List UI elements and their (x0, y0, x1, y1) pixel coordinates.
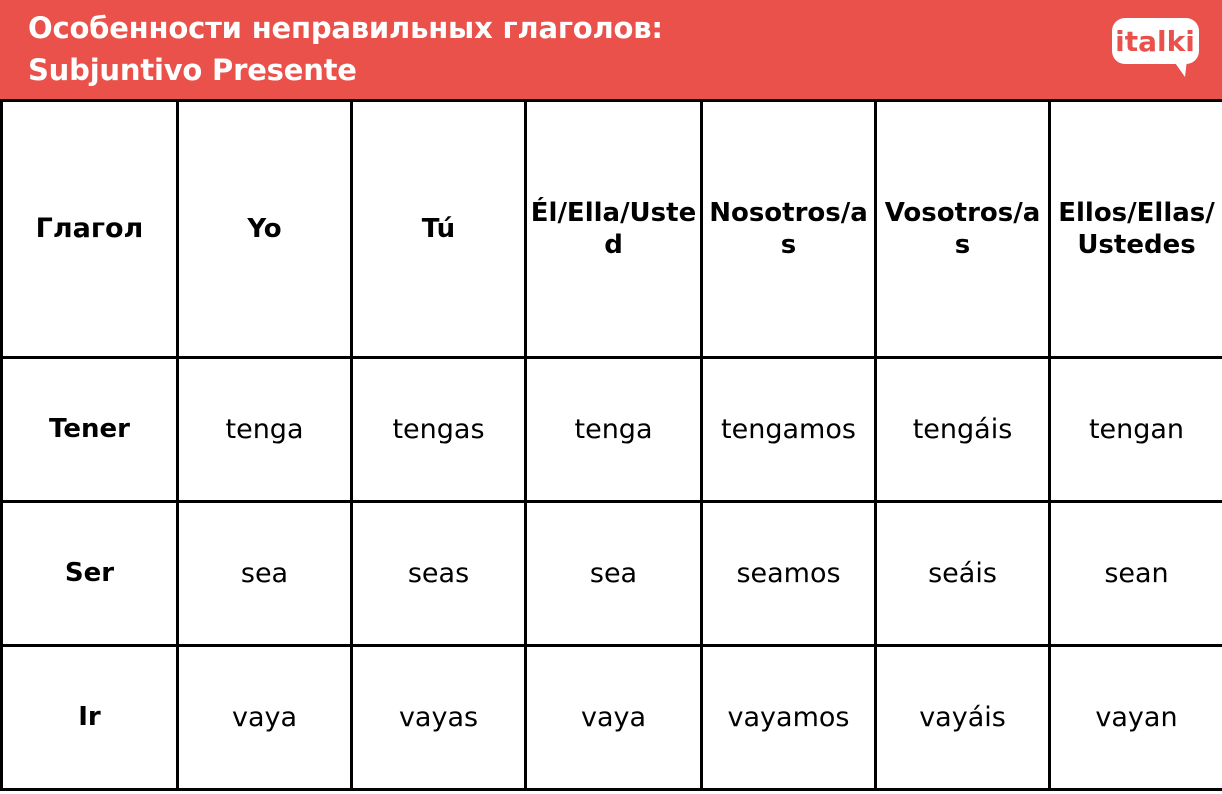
italki-logo[interactable]: italki (1111, 17, 1200, 79)
cell-ir-ellos: vayan (1048, 644, 1222, 791)
cell-tener-nosotros: tengamos (700, 356, 877, 503)
cell-ser-ellos: sean (1048, 500, 1222, 647)
cell-ser-vosotros: seáis (874, 500, 1051, 647)
cell-ir-yo: vaya (176, 644, 353, 791)
cell-ir-el-ella-usted: vaya (524, 644, 703, 791)
column-header-vosotros: Vosotros/as (874, 99, 1051, 359)
cell-verb-tener: Tener (0, 356, 179, 503)
page-title-line-2: Subjuntivo Presente (28, 53, 357, 87)
cell-ir-vosotros: vayáis (874, 644, 1051, 791)
cell-ser-el-ella-usted: sea (524, 500, 703, 647)
column-header-tu: Tú (350, 99, 527, 359)
table-header-row: Глагол Yo Tú Él/Ella/Usted Nosotros/as V… (0, 99, 1222, 359)
cell-ser-yo: sea (176, 500, 353, 647)
page-title: Особенности неправильных глаголов: Subju… (28, 7, 1048, 91)
cell-ir-nosotros: vayamos (700, 644, 877, 791)
conjugation-table-wrapper: Глагол Yo Tú Él/Ella/Usted Nosotros/as V… (0, 99, 1222, 791)
cell-tener-tu: tengas (350, 356, 527, 503)
page-title-line-1: Особенности неправильных глаголов: (28, 11, 663, 45)
cell-tener-el-ella-usted: tenga (524, 356, 703, 503)
italki-logo-text: italki (1115, 25, 1195, 58)
conjugation-infographic: Особенности неправильных глаголов: Subju… (0, 0, 1222, 794)
cell-ir-tu: vayas (350, 644, 527, 791)
table-row: Tener tenga tengas tenga tengamos tengái… (0, 356, 1222, 503)
cell-tener-ellos: tengan (1048, 356, 1222, 503)
column-header-yo: Yo (176, 99, 353, 359)
table-row: Ir vaya vayas vaya vayamos vayáis vayan (0, 644, 1222, 791)
column-header-verb: Глагол (0, 99, 179, 359)
column-header-el-ella-usted: Él/Ella/Usted (524, 99, 703, 359)
cell-ser-tu: seas (350, 500, 527, 647)
cell-tener-vosotros: tengáis (874, 356, 1051, 503)
column-header-nosotros: Nosotros/as (700, 99, 877, 359)
conjugation-table: Глагол Yo Tú Él/Ella/Usted Nosotros/as V… (0, 99, 1222, 791)
header-banner: Особенности неправильных глаголов: Subju… (0, 0, 1222, 99)
cell-ser-nosotros: seamos (700, 500, 877, 647)
cell-verb-ir: Ir (0, 644, 179, 791)
column-header-ellos-ellas-ustedes: Ellos/Ellas/Ustedes (1048, 99, 1222, 359)
cell-verb-ser: Ser (0, 500, 179, 647)
cell-tener-yo: tenga (176, 356, 353, 503)
table-row: Ser sea seas sea seamos seáis sean (0, 500, 1222, 647)
